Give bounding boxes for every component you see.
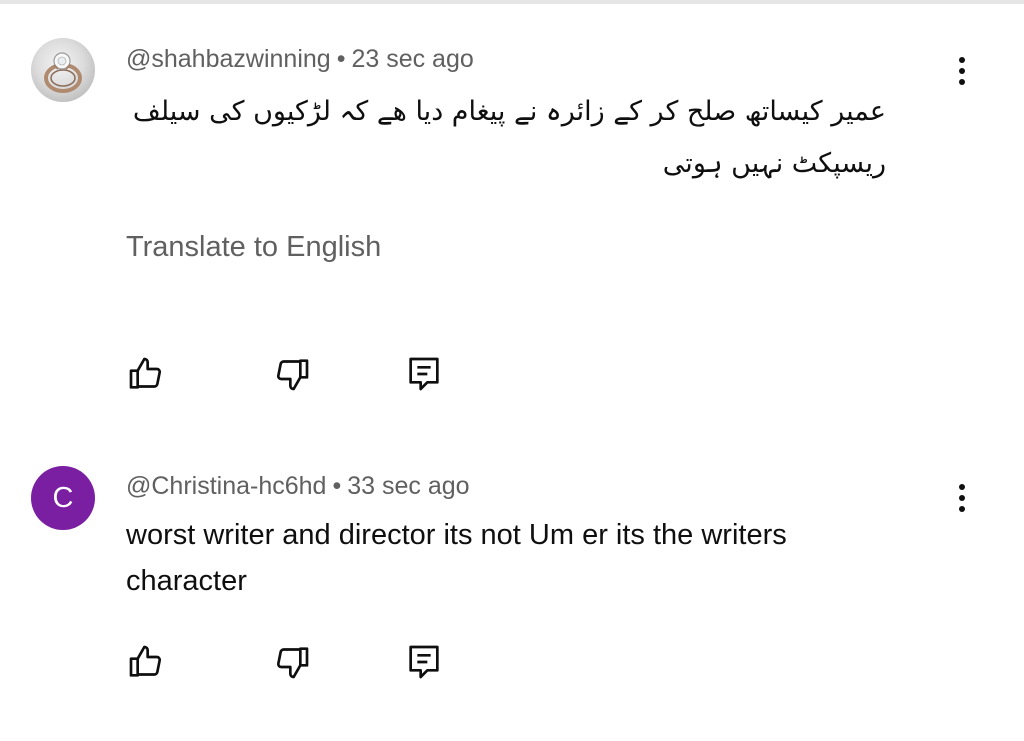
like-button[interactable] — [126, 354, 166, 394]
dislike-button[interactable] — [272, 354, 312, 394]
thumbs-down-icon — [276, 647, 309, 679]
avatar[interactable]: C — [31, 466, 95, 530]
avatar[interactable] — [31, 38, 95, 102]
more-options-button[interactable] — [944, 480, 980, 516]
comment-time[interactable]: 33 sec ago — [347, 472, 469, 500]
comment-meta: @shahbazwinning • 23 sec ago — [126, 45, 474, 74]
dislike-button[interactable] — [272, 642, 312, 682]
comment-2: C @Christina-hc6hd • 33 sec ago worst writ… — [0, 420, 1024, 741]
kebab-dot — [959, 68, 965, 74]
reply-comment-icon — [409, 645, 439, 679]
thumbs-up-icon — [129, 645, 162, 677]
comment-time[interactable]: 23 sec ago — [351, 45, 473, 73]
meta-separator: • — [336, 45, 346, 73]
more-vertical-icon — [959, 57, 965, 63]
comment-actions — [126, 354, 466, 398]
reply-comment-icon — [409, 357, 439, 391]
meta-separator: • — [332, 472, 342, 500]
comment-1: @shahbazwinning • 23 sec ago عمیر کیساتھ ص… — [0, 0, 1024, 420]
comments-page: @shahbazwinning • 23 sec ago عمیر کیساتھ ص… — [0, 0, 1024, 741]
reply-button[interactable] — [404, 642, 444, 682]
thumbs-down-icon — [276, 359, 309, 391]
comment-author[interactable]: @Christina-hc6hd — [126, 472, 326, 500]
more-vertical-icon — [959, 484, 965, 490]
avatar-letter: C — [52, 481, 74, 514]
kebab-dot — [959, 79, 965, 85]
more-options-button[interactable] — [944, 53, 980, 89]
comment-text: عمیر کیساتھ صلح کر کے زائرہ نے پیغام دیا… — [132, 96, 886, 179]
comment-meta: @Christina-hc6hd • 33 sec ago — [126, 472, 470, 501]
kebab-dot — [959, 495, 965, 501]
comment-author[interactable]: @shahbazwinning — [126, 45, 331, 73]
thumbs-up-icon — [129, 357, 162, 389]
translate-button[interactable]: Translate to English — [126, 231, 381, 264]
kebab-dot — [959, 506, 965, 512]
reply-button[interactable] — [404, 354, 444, 394]
comment-actions — [126, 642, 466, 686]
ring-photo-avatar-icon — [44, 52, 82, 93]
comment-text: worst writer and director its not Um er … — [126, 519, 787, 597]
like-button[interactable] — [126, 642, 166, 682]
